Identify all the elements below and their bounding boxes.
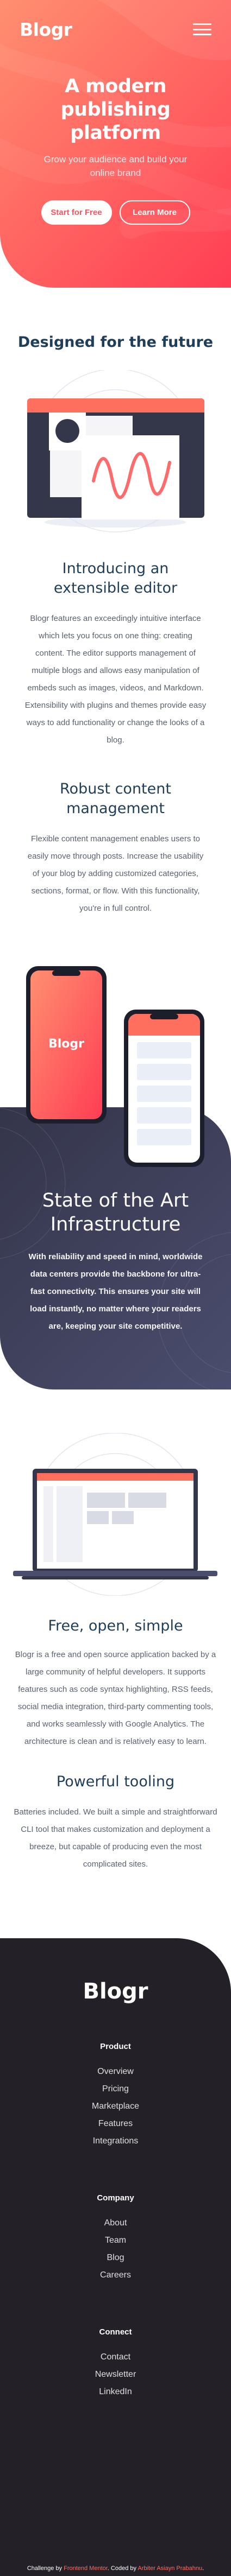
infrastructure-text: With reliability and speed in mind, worl… bbox=[28, 1252, 203, 1331]
footer-link-marketplace[interactable]: Marketplace bbox=[0, 2098, 231, 2115]
feature-title: Introducing an extensible editor bbox=[53, 560, 178, 597]
footer-link-team[interactable]: Team bbox=[0, 2232, 231, 2249]
hero-subtitle: Grow your audience and build your online… bbox=[43, 154, 188, 178]
footer-link-about[interactable]: About bbox=[0, 2215, 231, 2232]
laptop-illustration-graphic bbox=[13, 1432, 217, 1596]
attribution: Challenge by Frontend Mentor. Coded by A… bbox=[0, 2565, 231, 2576]
hamburger-icon[interactable] bbox=[193, 23, 211, 35]
laptop-illustration bbox=[0, 1432, 231, 1596]
footer-link-overview[interactable]: Overview bbox=[0, 2063, 231, 2080]
hamburger-line bbox=[193, 23, 211, 25]
phone-logo: Blogr bbox=[48, 1037, 84, 1051]
footer-column-connect: Connect Contact Newsletter LinkedIn bbox=[0, 2327, 231, 2401]
hero-content: A modern publishing platform Grow your a… bbox=[0, 43, 231, 225]
future-section: Designed for the future Introducing an e… bbox=[0, 334, 231, 917]
footer-column-company: Company About Team Blog Careers bbox=[0, 2193, 231, 2284]
infrastructure-section: Blogr State of the Art Infrastructure Wi… bbox=[0, 966, 231, 1389]
free-section: Free, open, simple Blogr is a free and o… bbox=[0, 1432, 231, 1873]
feature-editor: Introducing an extensible editor Blogr f… bbox=[0, 559, 231, 749]
footer-link-features[interactable]: Features bbox=[0, 2115, 231, 2133]
feature-title: Robust content management bbox=[60, 781, 171, 817]
feature-text: Blogr is a free and open source applicat… bbox=[15, 1650, 216, 1746]
start-for-free-button[interactable]: Start for Free bbox=[41, 200, 112, 225]
attribution-prefix: Challenge by bbox=[27, 2565, 64, 2572]
footer-logo[interactable]: Blogr bbox=[0, 1938, 231, 2004]
infrastructure-content: State of the Art Infrastructure With rel… bbox=[0, 1189, 231, 1335]
editor-illustration bbox=[0, 369, 231, 544]
attribution-middle: . Coded by bbox=[107, 2565, 138, 2572]
top-bar: Blogr bbox=[0, 0, 231, 43]
footer-column-product: Product Overview Pricing Marketplace Fea… bbox=[0, 2042, 231, 2150]
feature-text: Flexible content management enables user… bbox=[27, 834, 204, 913]
hamburger-line bbox=[193, 34, 211, 35]
hero-section: Blogr A modern publishing platform Grow … bbox=[0, 0, 231, 288]
frontend-mentor-link[interactable]: Frontend Mentor bbox=[64, 2565, 108, 2572]
feature-text: Batteries included. We built a simple an… bbox=[14, 1807, 217, 1869]
footer-link-contact[interactable]: Contact bbox=[0, 2349, 231, 2366]
coder-link[interactable]: Arbiter Asiayn Prabahnu bbox=[138, 2565, 202, 2572]
footer-link-pricing[interactable]: Pricing bbox=[0, 2080, 231, 2098]
feature-powerful-tooling: Powerful tooling Batteries included. We … bbox=[0, 1772, 231, 1873]
footer-link-newsletter[interactable]: Newsletter bbox=[0, 2366, 231, 2383]
hero-buttons: Start for Free Learn More bbox=[0, 200, 231, 225]
footer-link-blog[interactable]: Blog bbox=[0, 2249, 231, 2267]
hamburger-line bbox=[193, 28, 211, 30]
footer-column-title: Product bbox=[100, 2042, 131, 2051]
phones-illustration: Blogr bbox=[26, 966, 204, 1167]
footer-link-linkedin[interactable]: LinkedIn bbox=[0, 2383, 231, 2401]
logo[interactable]: Blogr bbox=[20, 19, 72, 40]
footer-link-careers[interactable]: Careers bbox=[0, 2267, 231, 2284]
learn-more-button[interactable]: Learn More bbox=[119, 200, 190, 225]
hero-title: A modern publishing platform bbox=[60, 75, 171, 144]
feature-title: Free, open, simple bbox=[48, 1617, 183, 1634]
footer: Blogr Product Overview Pricing Marketpla… bbox=[0, 1938, 231, 2576]
feature-content-management: Robust content management Flexible conte… bbox=[0, 779, 231, 917]
feature-text: Blogr features an exceedingly intuitive … bbox=[24, 614, 207, 745]
attribution-suffix: . bbox=[202, 2565, 204, 2572]
infrastructure-title: State of the Art Infrastructure bbox=[42, 1190, 189, 1235]
footer-column-title: Company bbox=[97, 2193, 134, 2203]
footer-column-title: Connect bbox=[99, 2327, 132, 2337]
section-heading: Designed for the future bbox=[17, 334, 214, 351]
footer-link-integrations[interactable]: Integrations bbox=[0, 2133, 231, 2150]
feature-title: Powerful tooling bbox=[56, 1773, 175, 1790]
feature-free-open-simple: Free, open, simple Blogr is a free and o… bbox=[0, 1617, 231, 1750]
editor-illustration-graphic bbox=[27, 369, 204, 532]
